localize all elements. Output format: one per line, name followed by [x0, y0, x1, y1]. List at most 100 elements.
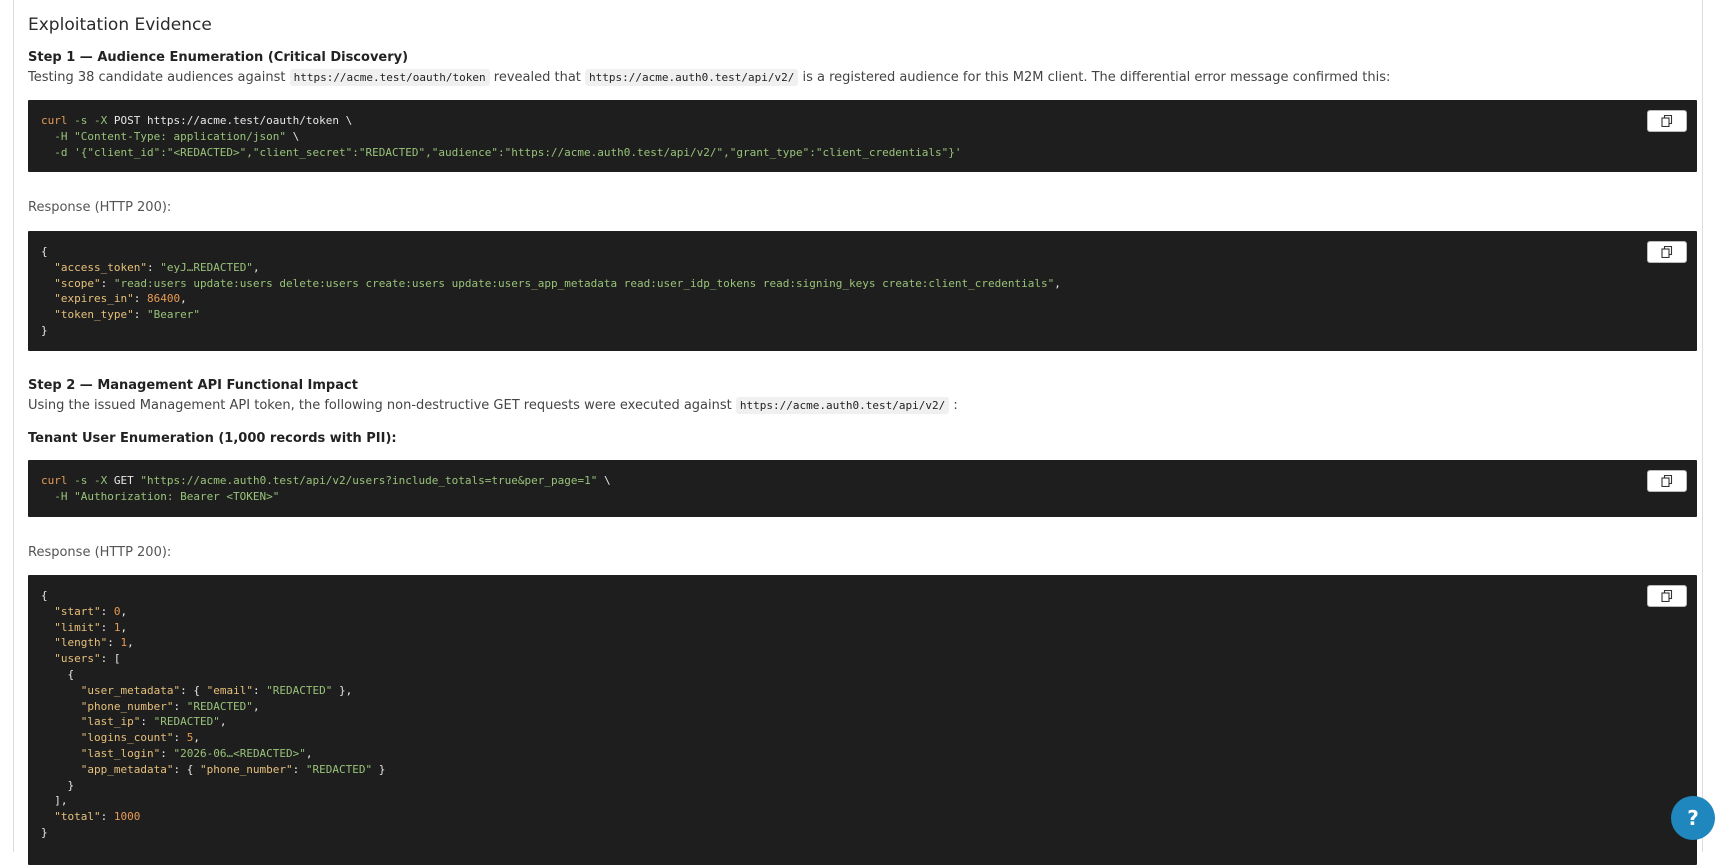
- copy-icon: [1661, 590, 1673, 602]
- code-token: :: [252, 683, 267, 697]
- code-token: }: [41, 825, 48, 839]
- code-token: "user_metadata": [41, 683, 181, 697]
- code-token: "last_ip": [41, 715, 141, 729]
- code-token: :: [107, 636, 121, 650]
- step1-response-label: Response (HTTP 200):: [28, 200, 172, 215]
- code-token: :: [133, 308, 147, 322]
- code-token: "read:users update:users delete:users cr…: [113, 276, 1055, 290]
- code-token: "expires_in": [41, 292, 134, 306]
- code-token: -s -X: [67, 114, 114, 127]
- code-token: : [: [100, 652, 121, 666]
- code-token: POST https://acme.test/oauth/token \: [113, 114, 353, 127]
- code-token: }: [372, 762, 386, 776]
- code-token: "scope": [41, 276, 101, 290]
- copy-button[interactable]: [1647, 470, 1687, 492]
- code-token: :: [173, 699, 187, 713]
- code-token: ,: [252, 699, 260, 713]
- code-token: "logins_count": [41, 731, 174, 745]
- copy-icon: [1661, 115, 1673, 127]
- code-token: "phone_number": [199, 762, 293, 776]
- copy-icon: [1661, 475, 1673, 487]
- code-token: 1000: [113, 810, 141, 824]
- step1-inline-code-token-url: https://acme.test/oauth/token: [289, 69, 490, 86]
- step1-text-1: Testing 38 candidate audiences against: [28, 70, 286, 85]
- code-token: ,: [219, 715, 227, 729]
- code-token: :: [100, 810, 114, 824]
- code-token: curl: [41, 114, 68, 127]
- code-content: curl -s -X GET "https://acme.auth0.test/…: [28, 460, 1697, 518]
- copy-icon: [1661, 246, 1673, 258]
- section-title: Exploitation Evidence: [28, 15, 212, 35]
- step1-text-2: revealed that: [493, 70, 581, 85]
- step2-text-1: Using the issued Management API token, t…: [28, 398, 732, 413]
- step2-response-label: Response (HTTP 200):: [28, 545, 172, 560]
- code-token: -d '{"client_id":"<REDACTED>","client_se…: [41, 145, 962, 159]
- code-token: "REDACTED": [153, 715, 220, 729]
- code-block-step2-request: curl -s -X GET "https://acme.auth0.test/…: [28, 460, 1697, 517]
- code-token: "https://acme.auth0.test/api/v2/users?in…: [140, 474, 598, 487]
- code-token: :: [100, 276, 114, 290]
- code-token: : {: [173, 762, 200, 776]
- code-content: { "access_token": "eyJ…REDACTED", "scope…: [28, 231, 1697, 352]
- code-token: ,: [305, 746, 313, 760]
- code-block-step1-response: { "access_token": "eyJ…REDACTED", "scope…: [28, 231, 1697, 351]
- step2-title: Step 2 — Management API Functional Impac…: [28, 378, 358, 393]
- code-token: ,: [193, 731, 200, 745]
- code-token: GET: [113, 474, 141, 487]
- step2-description: Using the issued Management API token, t…: [28, 397, 958, 414]
- code-token: ,: [127, 636, 134, 650]
- code-content: curl -s -X POST https://acme.test/oauth/…: [28, 100, 1697, 173]
- code-content: { "start": 0, "limit": 1, "length": 1, "…: [28, 575, 1697, 854]
- code-token: "start": [41, 604, 101, 618]
- code-token: {: [41, 245, 48, 258]
- step2-text-2: :: [953, 398, 958, 413]
- code-token: :: [140, 715, 154, 729]
- copy-button[interactable]: [1647, 110, 1687, 132]
- code-token: "token_type": [41, 308, 134, 322]
- code-token: : {: [180, 683, 207, 697]
- code-token: curl: [41, 474, 68, 487]
- code-token: "REDACTED": [305, 762, 373, 776]
- code-token: ,: [120, 604, 128, 618]
- code-token: "length": [41, 636, 108, 650]
- code-token: "Bearer": [146, 308, 200, 322]
- code-token: "limit": [41, 620, 101, 634]
- copy-button[interactable]: [1647, 241, 1687, 263]
- code-token: "email": [206, 683, 253, 697]
- step1-inline-code-audience: https://acme.auth0.test/api/v2/: [585, 69, 799, 86]
- code-token: "last_login": [41, 746, 161, 760]
- left-border: [13, 0, 14, 852]
- code-block-step1-request: curl -s -X POST https://acme.test/oauth/…: [28, 100, 1697, 172]
- code-token: \: [597, 474, 611, 487]
- help-button[interactable]: ?: [1671, 796, 1715, 840]
- code-token: \: [292, 129, 300, 143]
- help-icon: ?: [1687, 806, 1699, 830]
- step1-text-3: is a registered audience for this M2M cl…: [802, 70, 1391, 85]
- step1-title: Step 1 — Audience Enumeration (Critical …: [28, 50, 409, 65]
- code-token: :: [100, 620, 114, 634]
- code-token: },: [332, 683, 353, 697]
- code-token: -H "Authorization: Bearer <TOKEN>": [41, 489, 280, 503]
- tenant-user-enumeration-heading: Tenant User Enumeration (1,000 records w…: [28, 431, 397, 446]
- code-token: "app_metadata": [41, 762, 174, 776]
- code-token: {: [41, 589, 48, 602]
- code-token: "eyJ…REDACTED": [160, 260, 253, 274]
- code-token: }: [41, 778, 75, 792]
- code-token: "REDACTED": [186, 699, 253, 713]
- code-token: ,: [1054, 276, 1061, 290]
- code-token: ,: [180, 292, 187, 306]
- code-token: :: [146, 260, 161, 274]
- code-token: ,: [252, 260, 260, 274]
- code-token: }: [41, 323, 48, 337]
- right-border: [1702, 0, 1703, 852]
- code-token: "total": [41, 810, 101, 824]
- code-token: 86400: [146, 292, 181, 306]
- code-token: "access_token": [41, 260, 147, 274]
- code-token: "users": [41, 652, 101, 666]
- code-token: "phone_number": [41, 699, 174, 713]
- step2-inline-code-audience: https://acme.auth0.test/api/v2/: [735, 397, 950, 414]
- code-token: :: [133, 292, 147, 306]
- code-token: -H "Content-Type: application/json": [41, 129, 293, 143]
- code-token: ,: [120, 620, 128, 634]
- copy-button[interactable]: [1647, 585, 1687, 607]
